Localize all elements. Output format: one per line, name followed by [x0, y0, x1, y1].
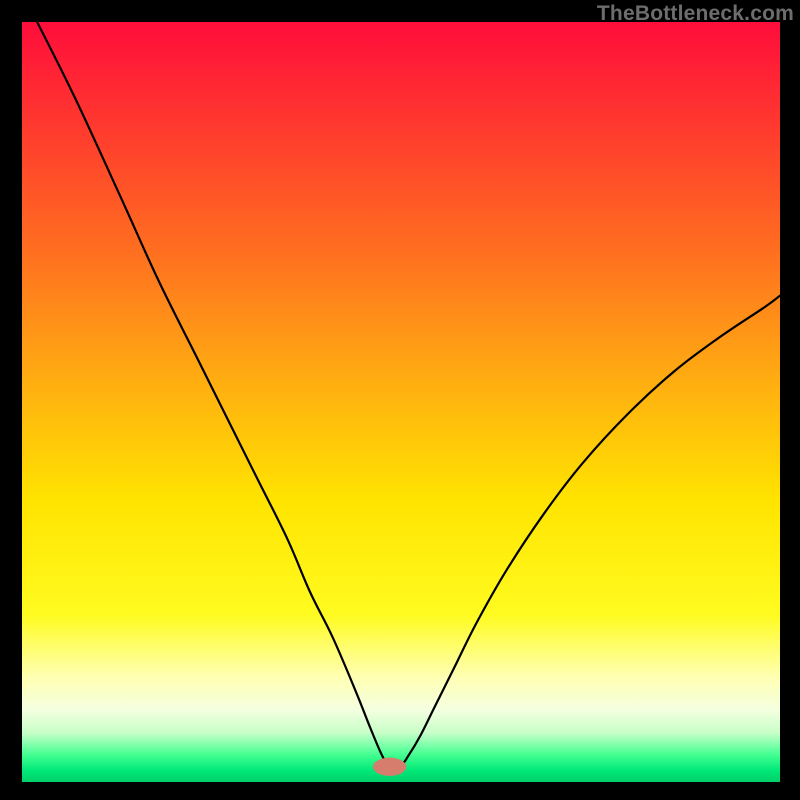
watermark-text: TheBottleneck.com [597, 2, 794, 26]
gradient-background [22, 22, 780, 782]
chart-frame: TheBottleneck.com [0, 0, 800, 800]
optimal-marker [373, 758, 406, 776]
bottleneck-chart [22, 22, 780, 782]
plot-area [22, 22, 780, 782]
